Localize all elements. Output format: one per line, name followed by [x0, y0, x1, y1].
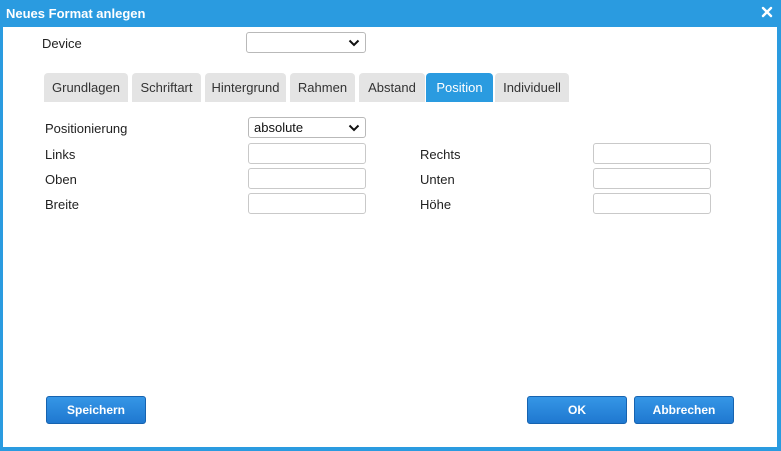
- unten-label: Unten: [420, 172, 455, 187]
- breite-label: Breite: [45, 197, 79, 212]
- device-select[interactable]: [246, 32, 366, 53]
- dialog-body: Device Grundlagen Schriftart Hintergrund…: [3, 27, 777, 447]
- save-button[interactable]: Speichern: [46, 396, 146, 424]
- hoehe-label: Höhe: [420, 197, 452, 212]
- links-input[interactable]: [248, 143, 366, 164]
- breite-input[interactable]: [248, 193, 366, 214]
- tab-abstand[interactable]: Abstand: [359, 73, 425, 102]
- dialog-titlebar[interactable]: Neues Format anlegen: [0, 0, 781, 27]
- oben-label: Oben: [45, 172, 77, 187]
- dialog-window: Neues Format anlegen Device Grundlagen S…: [0, 0, 781, 451]
- tab-hintergrund[interactable]: Hintergrund: [205, 73, 286, 102]
- positionierung-select-value: absolute: [254, 120, 304, 135]
- rechts-input[interactable]: [593, 143, 711, 164]
- oben-input[interactable]: [248, 168, 366, 189]
- dialog-title: Neues Format anlegen: [6, 6, 146, 21]
- links-label: Links: [45, 147, 76, 162]
- chevron-down-icon: [348, 124, 360, 132]
- rechts-label: Rechts: [420, 147, 461, 162]
- ok-button[interactable]: OK: [527, 396, 627, 424]
- tab-schriftart[interactable]: Schriftart: [132, 73, 201, 102]
- tab-grundlagen[interactable]: Grundlagen: [44, 73, 128, 102]
- close-icon[interactable]: [759, 4, 775, 20]
- tab-individuell[interactable]: Individuell: [495, 73, 569, 102]
- hoehe-input[interactable]: [593, 193, 711, 214]
- chevron-down-icon: [348, 39, 360, 47]
- unten-input[interactable]: [593, 168, 711, 189]
- device-label: Device: [42, 36, 82, 51]
- positionierung-label: Positionierung: [45, 121, 128, 136]
- positionierung-select[interactable]: absolute: [248, 117, 366, 138]
- tab-rahmen[interactable]: Rahmen: [290, 73, 355, 102]
- tab-position[interactable]: Position: [426, 73, 493, 102]
- cancel-button[interactable]: Abbrechen: [634, 396, 734, 424]
